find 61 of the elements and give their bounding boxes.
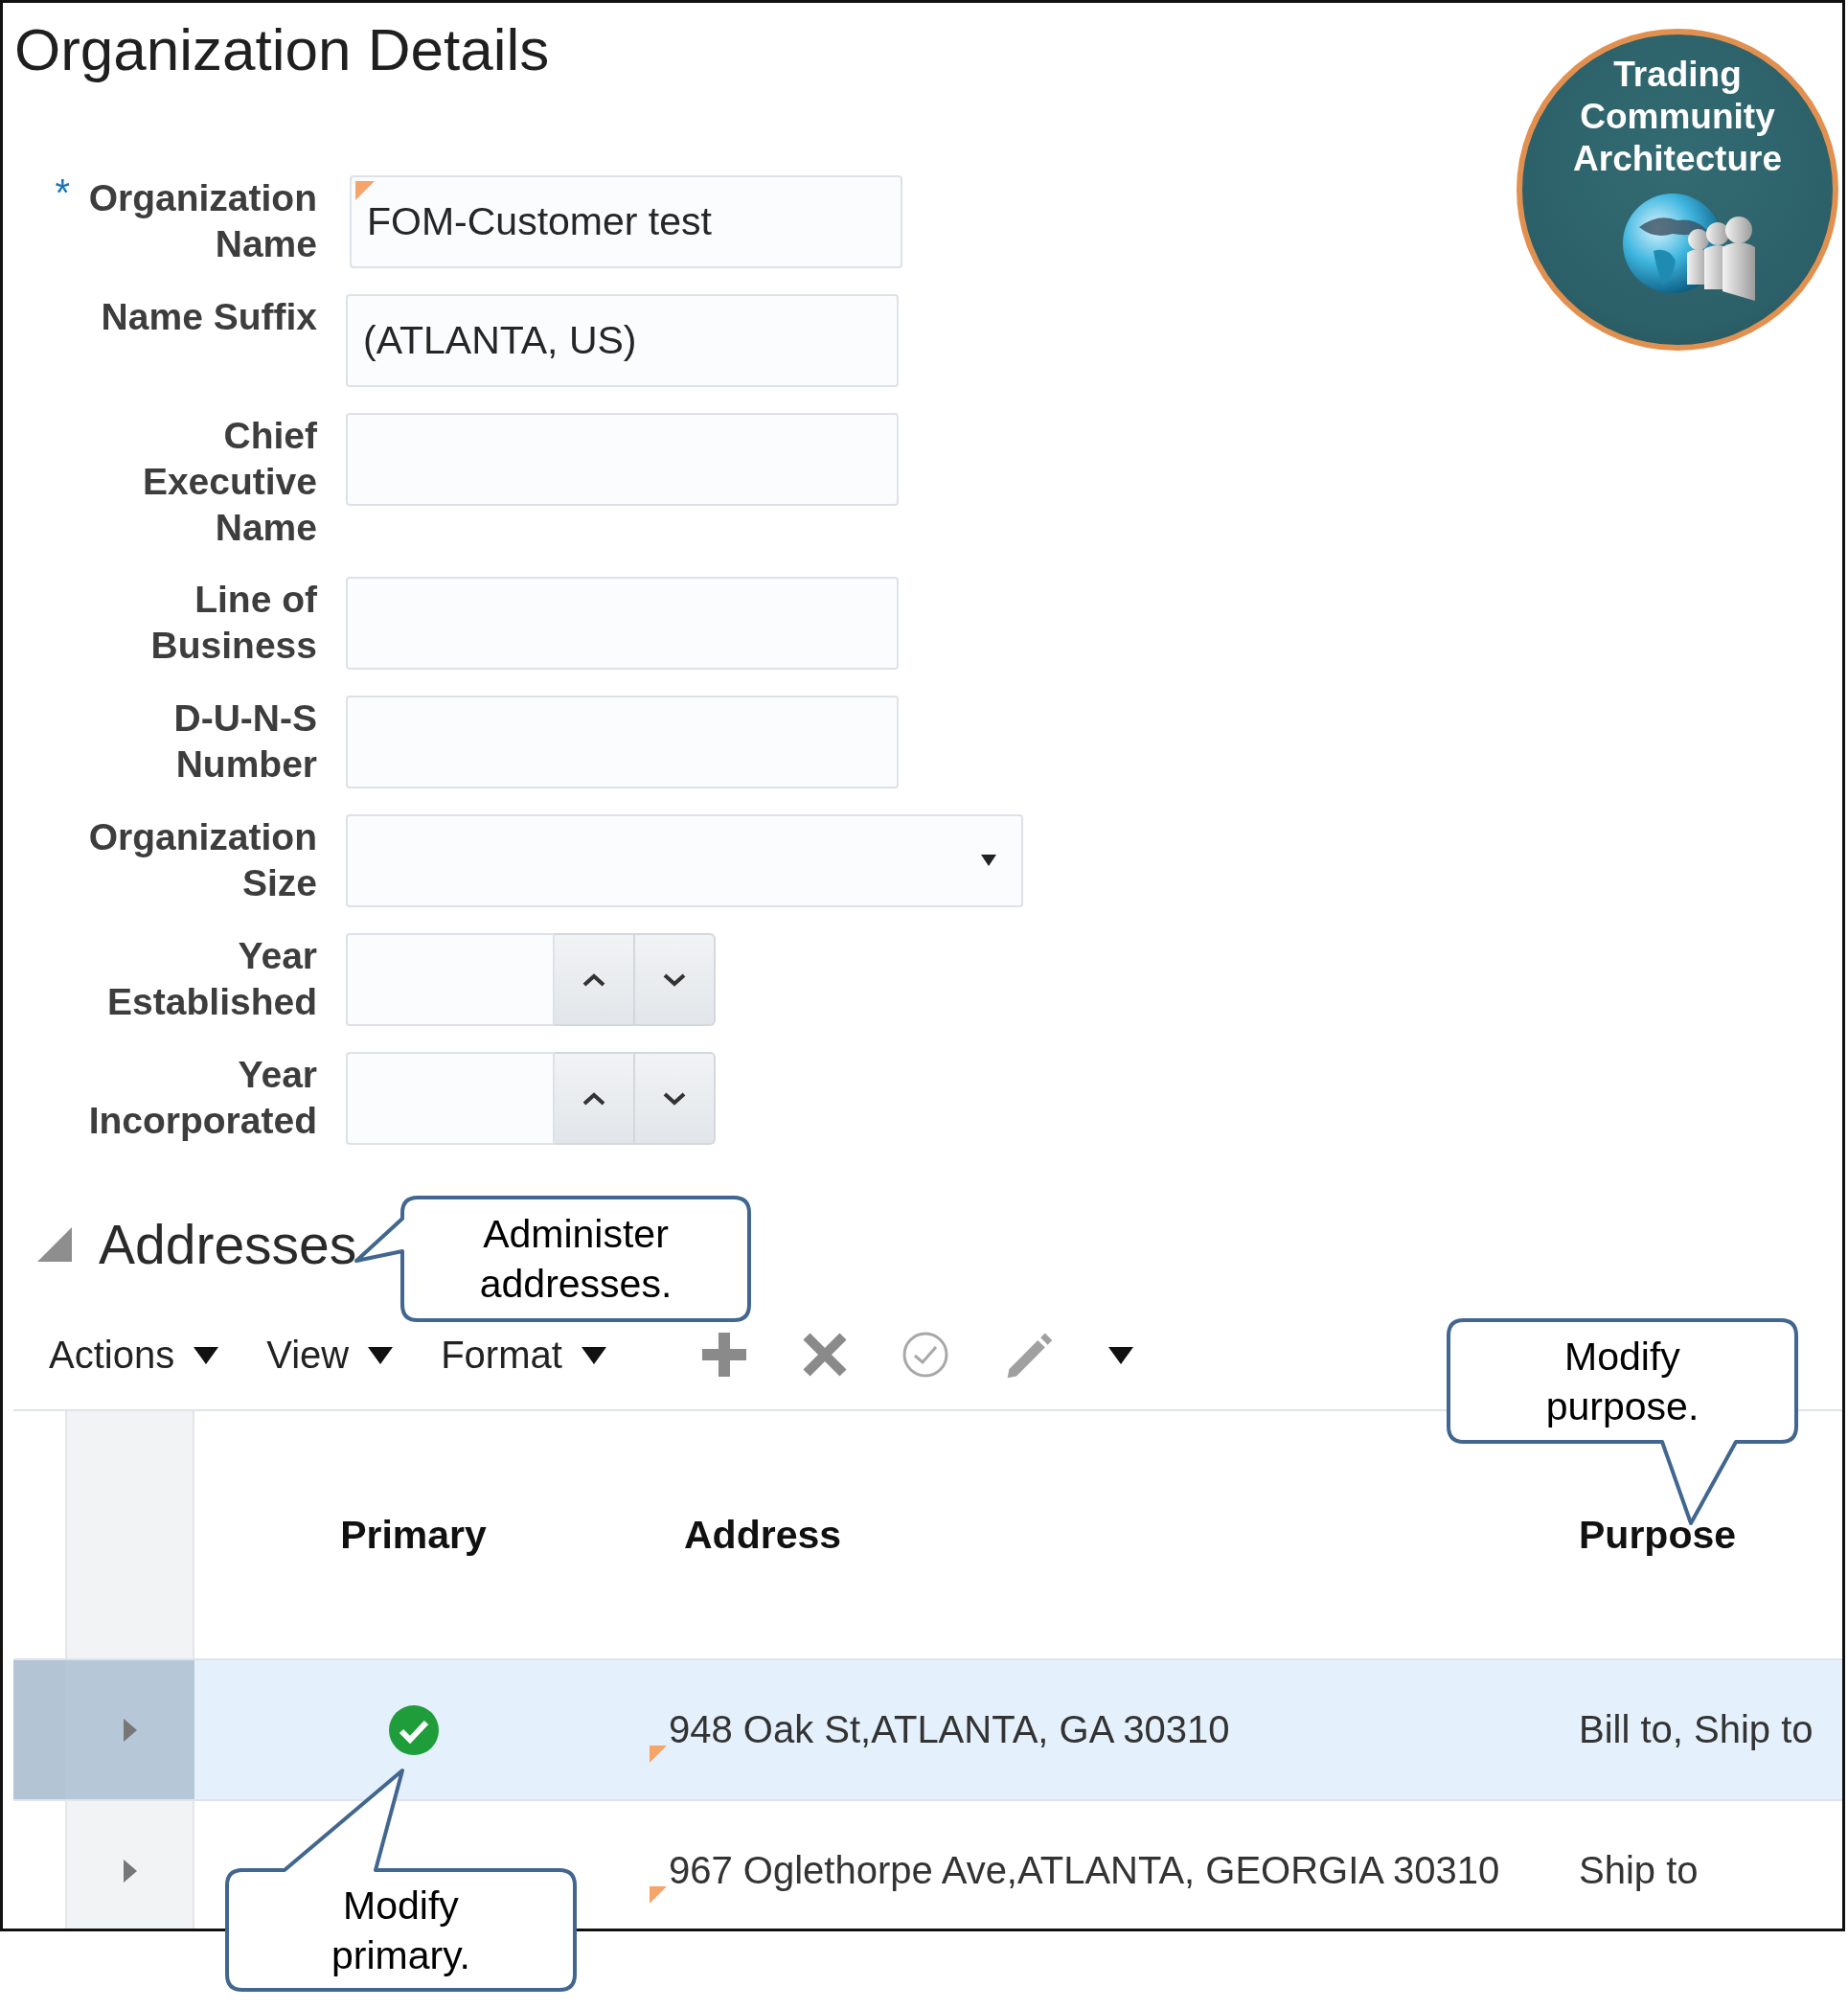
increment-button[interactable] <box>555 933 635 1026</box>
disclosure-triangle-icon[interactable] <box>37 1227 72 1262</box>
plus-icon <box>699 1331 748 1379</box>
text-field[interactable] <box>346 413 899 506</box>
caret-icon <box>581 1345 606 1364</box>
caret-icon <box>368 1345 394 1364</box>
number-field[interactable] <box>346 1052 555 1145</box>
text-field[interactable]: (ATLANTA, US) <box>346 294 899 387</box>
field-label: Organization Size <box>87 815 317 905</box>
expand-icon[interactable] <box>123 1718 137 1742</box>
column-header[interactable]: Purpose <box>1579 1512 1737 1558</box>
chevron-down-icon <box>663 1091 686 1106</box>
field-label: Name Suffix <box>100 295 317 339</box>
close-icon <box>800 1331 849 1379</box>
menu-button[interactable]: View <box>266 1333 394 1377</box>
menu-button[interactable]: Actions <box>49 1333 219 1377</box>
field-label: Organization Name <box>87 176 317 266</box>
expand-icon[interactable] <box>123 1859 137 1883</box>
chevron-up-icon <box>582 1091 605 1106</box>
field-label: Year Established <box>106 934 317 1024</box>
delete-button[interactable] <box>800 1331 849 1379</box>
text-field[interactable] <box>346 577 899 670</box>
decrement-button[interactable] <box>635 1052 716 1145</box>
column-header[interactable]: Primary <box>340 1512 487 1558</box>
badge-title: Trading Community Architecture <box>1572 54 1783 180</box>
column-header[interactable]: Address <box>684 1512 842 1558</box>
row-selector-cell[interactable] <box>13 1660 65 1799</box>
field-label: Year Incorporated <box>87 1053 317 1143</box>
table-cell: Bill to, Ship to <box>1562 1660 1842 1799</box>
callout-text: Modify primary. <box>331 1882 471 1979</box>
row-gutter-cell[interactable] <box>65 1801 194 1929</box>
field-label: Line of Business <box>149 578 317 668</box>
table-cell-text: 967 Oglethorpe Ave,ATLANTA, GEORGIA 30310 <box>668 1848 1501 1893</box>
increment-button[interactable] <box>555 1052 635 1145</box>
callout-text: Administer addresses. <box>478 1211 673 1308</box>
caret-icon <box>981 855 996 866</box>
chevron-up-icon <box>582 972 605 987</box>
text-field[interactable]: FOM-Customer test <box>350 175 902 268</box>
more-button[interactable] <box>1107 1345 1133 1364</box>
decrement-button[interactable] <box>635 933 716 1026</box>
chevron-down-icon <box>663 972 686 987</box>
page-title: Organization Details <box>14 16 550 83</box>
check-circle-icon <box>901 1331 949 1379</box>
caret-icon <box>1107 1345 1133 1364</box>
number-field[interactable] <box>346 933 555 1026</box>
changed-indicator-icon <box>355 181 375 200</box>
caret-icon <box>194 1345 219 1364</box>
required-mark: * <box>55 175 70 210</box>
callout-text: Modify purpose. <box>1544 1333 1700 1430</box>
field-label: D-U-N-S Number <box>172 696 317 787</box>
section-title: Addresses <box>99 1213 357 1276</box>
field-label: Chief Executive Name <box>141 414 317 550</box>
text-field[interactable] <box>346 696 899 788</box>
row-gutter-cell[interactable] <box>65 1660 194 1799</box>
add-button[interactable] <box>699 1331 748 1379</box>
menu-button[interactable]: Format <box>441 1333 606 1377</box>
dropdown-field[interactable] <box>346 814 1023 907</box>
table-cell-text: Ship to <box>1578 1848 1700 1893</box>
table-cell: 948 Oak St,ATLANTA, GA 30310 <box>667 1660 1562 1799</box>
check-button[interactable] <box>901 1331 949 1379</box>
changed-indicator-icon <box>650 1884 667 1905</box>
